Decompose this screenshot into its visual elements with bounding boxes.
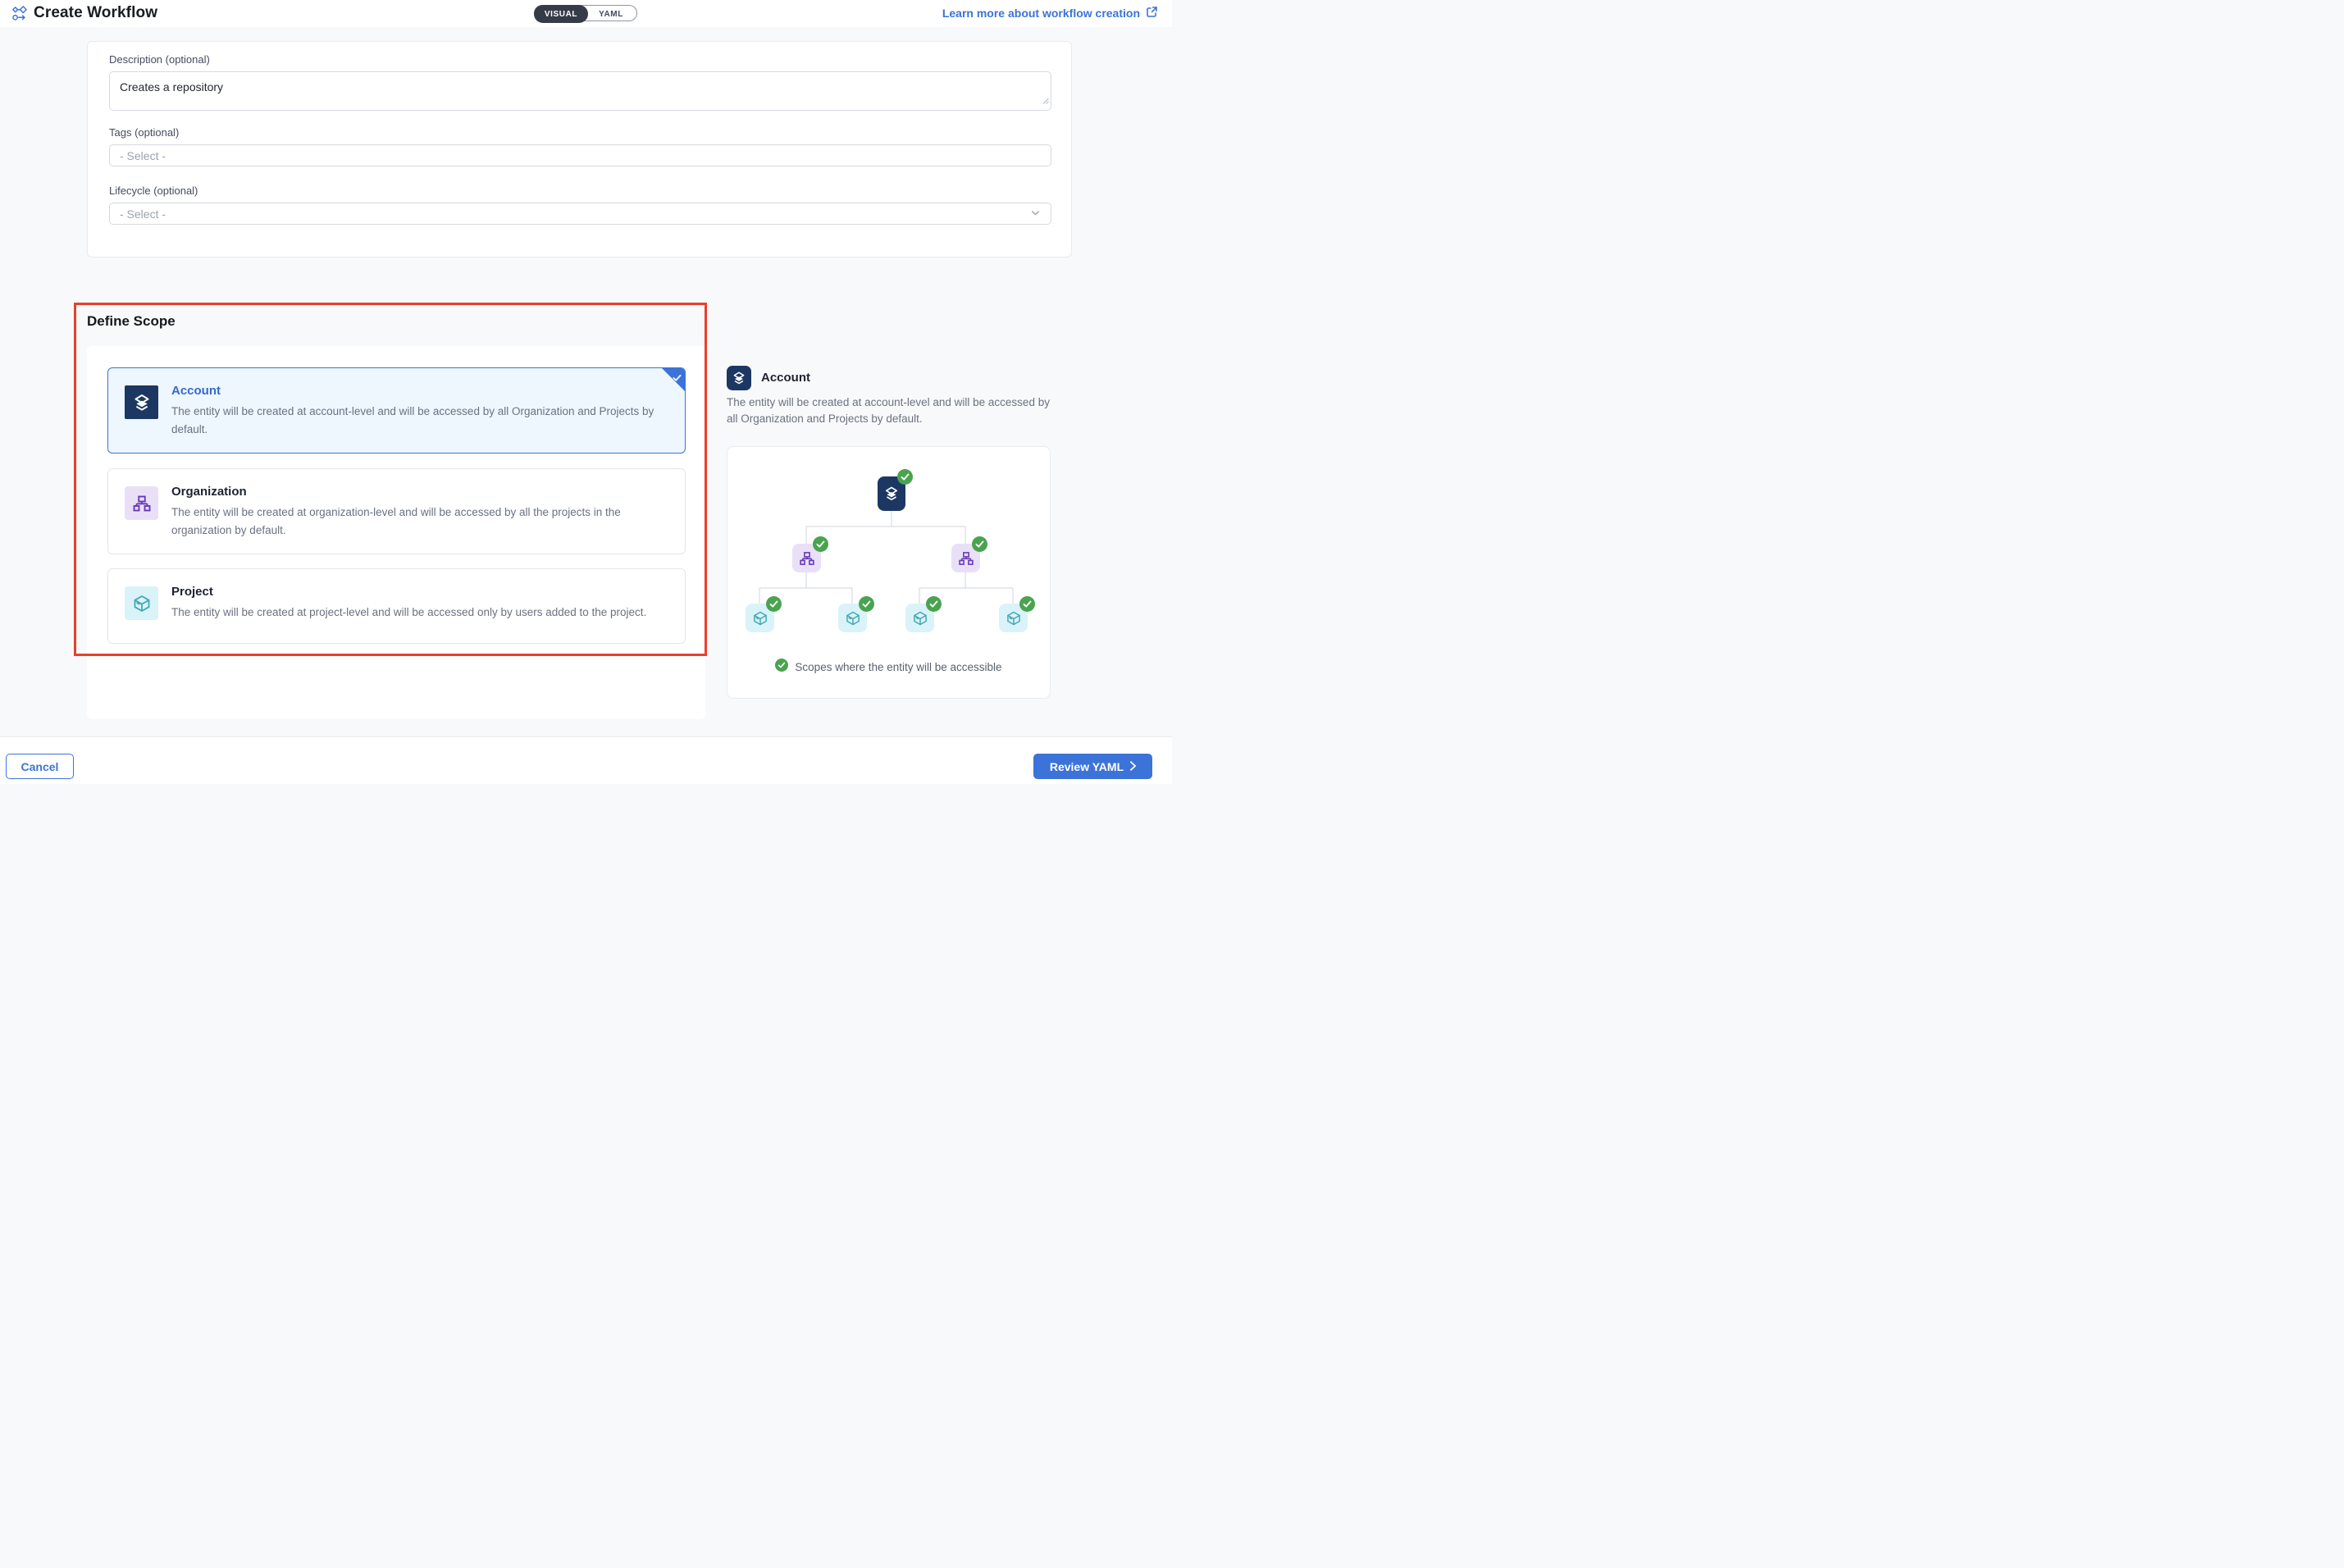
footer-bar: Cancel Review YAML [0, 736, 1172, 784]
green-check-badge [813, 536, 828, 552]
tags-select[interactable]: - Select - [109, 144, 1051, 166]
green-check-badge [926, 596, 942, 612]
scope-option-account[interactable]: Account The entity will be created at ac… [107, 367, 686, 454]
project-tile [125, 586, 158, 620]
sitemap-icon [132, 494, 152, 513]
layers-icon [132, 393, 152, 413]
tags-label: Tags (optional) [109, 126, 179, 139]
toggle-yaml[interactable]: YAML [586, 6, 636, 22]
project-option-title: Project [171, 585, 646, 599]
cube-icon [912, 610, 928, 627]
cube-icon [132, 594, 152, 613]
cancel-button[interactable]: Cancel [6, 754, 74, 779]
sitemap-icon [958, 550, 974, 567]
account-option-description: The entity will be created at account-le… [171, 403, 673, 439]
description-label: Description (optional) [109, 53, 210, 66]
scope-option-project[interactable]: Project The entity will be created at pr… [107, 568, 686, 644]
cube-icon [1006, 610, 1022, 627]
green-check-badge [766, 596, 782, 612]
organization-tile [125, 486, 158, 520]
sitemap-icon [799, 550, 815, 567]
header-bar: Create Workflow VISUAL YAML Learn more a… [0, 0, 1172, 27]
diagram-legend: Scopes where the entity will be accessib… [727, 659, 1050, 676]
external-link-icon [1146, 6, 1158, 21]
tags-placeholder: - Select - [120, 149, 166, 162]
green-check-badge [859, 596, 874, 612]
review-yaml-button[interactable]: Review YAML [1033, 754, 1152, 779]
layers-icon [883, 485, 900, 502]
description-input[interactable]: Creates a repository [109, 71, 1051, 111]
description-field-wrap: Creates a repository [109, 71, 1051, 111]
visual-yaml-toggle: VISUAL YAML [534, 5, 637, 21]
chevron-down-icon [1030, 207, 1041, 221]
detail-account-tile [727, 366, 751, 390]
account-tile [125, 385, 158, 419]
account-option-title: Account [171, 384, 673, 398]
chevron-right-icon [1130, 760, 1136, 773]
scope-option-organization[interactable]: Organization The entity will be created … [107, 468, 686, 554]
cube-icon [845, 610, 861, 627]
scope-diagram-card: Scopes where the entity will be accessib… [727, 446, 1051, 699]
lifecycle-select[interactable]: - Select - [109, 203, 1051, 225]
define-scope-heading: Define Scope [87, 313, 176, 330]
organization-option-title: Organization [171, 485, 673, 499]
page-title: Create Workflow [34, 4, 157, 22]
toggle-visual[interactable]: VISUAL [534, 5, 588, 23]
detail-description: The entity will be created at account-le… [727, 394, 1053, 427]
organization-option-description: The entity will be created at organizati… [171, 504, 673, 540]
review-yaml-label: Review YAML [1050, 760, 1124, 773]
green-check-badge [972, 536, 987, 552]
workflow-details-card: Description (optional) Creates a reposit… [87, 41, 1072, 258]
lifecycle-placeholder: - Select - [120, 207, 166, 221]
layers-icon [732, 371, 746, 385]
learn-more-label: Learn more about workflow creation [942, 7, 1140, 20]
green-check-badge [775, 659, 788, 676]
detail-title: Account [761, 371, 810, 385]
green-check-badge [1019, 596, 1035, 612]
create-workflow-page: Create Workflow VISUAL YAML Learn more a… [0, 0, 1172, 784]
check-icon [673, 371, 682, 386]
lifecycle-label: Lifecycle (optional) [109, 185, 198, 197]
workflow-icon [11, 5, 28, 22]
green-check-badge [897, 469, 913, 485]
learn-more-link[interactable]: Learn more about workflow creation [942, 6, 1158, 21]
project-option-description: The entity will be created at project-le… [171, 604, 646, 622]
cube-icon [752, 610, 768, 627]
legend-label: Scopes where the entity will be accessib… [795, 661, 1001, 673]
